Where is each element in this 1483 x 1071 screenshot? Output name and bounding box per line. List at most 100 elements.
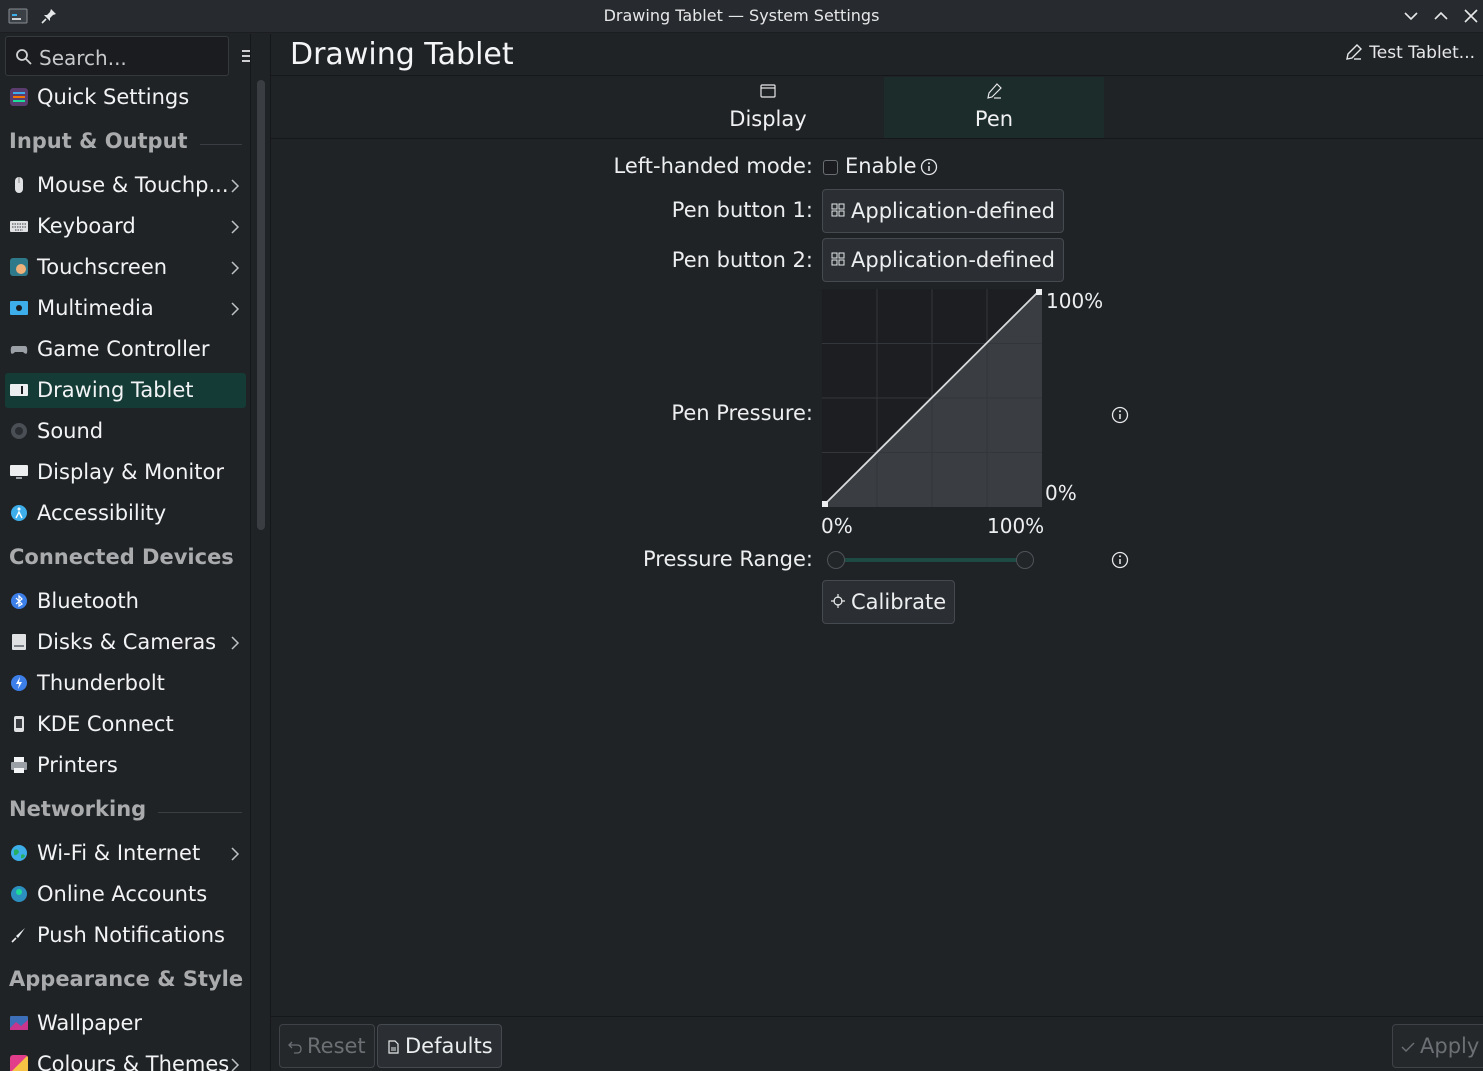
display-tab-icon <box>760 84 776 98</box>
sidebar-item-wallpaper[interactable]: Wallpaper <box>5 1006 246 1041</box>
sidebar-item-drawing-tablet[interactable]: Drawing Tablet <box>5 373 246 408</box>
chevron-right-icon <box>231 220 240 234</box>
minimize-button[interactable] <box>1401 6 1421 26</box>
test-tablet-button[interactable]: Test Tablet... <box>1345 43 1475 69</box>
calibrate-button[interactable]: Calibrate <box>822 580 956 624</box>
test-tablet-label: Test Tablet... <box>1369 43 1475 63</box>
curve-x-min-label: 0% <box>821 514 853 538</box>
sidebar-item-touchscreen[interactable]: Touchscreen <box>5 250 246 285</box>
enable-label[interactable]: Enable <box>845 154 917 178</box>
disk-icon <box>12 634 26 650</box>
sidebar-item-label: Wallpaper <box>37 1011 143 1035</box>
sidebar-item-display-monitor[interactable]: Display & Monitor <box>5 455 246 490</box>
pressure-range-max-handle[interactable] <box>1016 551 1034 569</box>
section-title: Appearance & Style <box>9 967 250 991</box>
pen-tab-icon <box>987 83 1002 99</box>
sidebar-item-multimedia[interactable]: Multimedia <box>5 291 246 326</box>
sidebar-item-label: Touchscreen <box>37 255 168 279</box>
tablet-icon <box>10 384 28 396</box>
monitor-icon <box>10 465 28 479</box>
section-appearance-style: Appearance & Style <box>9 967 250 997</box>
sidebar-item-quick-settings[interactable]: Quick Settings <box>5 80 246 115</box>
pressure-range-track[interactable] <box>835 558 1025 562</box>
chevron-right-icon <box>231 302 240 316</box>
maximize-button[interactable] <box>1431 6 1451 26</box>
pressure-curve-editor[interactable] <box>822 289 1042 507</box>
left-handed-label: Left-handed mode: <box>613 154 813 178</box>
section-title: Networking <box>9 797 159 821</box>
sidebar-item-sound[interactable]: Sound <box>5 414 246 449</box>
speaker-icon <box>11 423 27 439</box>
globe-icon <box>11 845 27 861</box>
curve-y-max-label: 100% <box>1046 289 1104 313</box>
document-icon <box>388 1040 399 1054</box>
mouse-icon <box>15 177 23 193</box>
tab-label: Display <box>729 107 807 131</box>
sidebar-item-bluetooth[interactable]: Bluetooth <box>5 584 246 619</box>
tab-pen[interactable]: Pen <box>884 77 1104 138</box>
themes-icon <box>10 1055 28 1071</box>
thunderbolt-icon <box>11 675 27 691</box>
apply-button[interactable]: Apply <box>1392 1024 1483 1068</box>
chevron-right-icon <box>231 179 240 193</box>
section-input-output: Input & Output <box>9 129 244 159</box>
sidebar-item-label: Keyboard <box>37 214 136 238</box>
sidebar-scrollbar[interactable] <box>257 80 265 530</box>
pen-button-2-value: Application-defined <box>851 248 1055 272</box>
defaults-button[interactable]: Defaults <box>377 1024 502 1068</box>
tab-bar: Display Pen <box>271 77 1483 139</box>
sidebar-item-game-controller[interactable]: Game Controller <box>5 332 246 367</box>
section-networking: Networking <box>9 797 244 827</box>
keyboard-icon <box>10 221 28 232</box>
crosshair-icon <box>831 594 845 608</box>
curve-x-max-label: 100% <box>987 514 1045 538</box>
sidebar-item-online-accounts[interactable]: Online Accounts <box>5 877 246 912</box>
sidebar-item-label: Mouse & Touchp... <box>37 173 229 197</box>
section-title: Input & Output <box>9 129 200 153</box>
close-button[interactable] <box>1461 6 1481 26</box>
sidebar-item-label: Online Accounts <box>37 882 208 906</box>
pen-edit-icon <box>1346 44 1363 60</box>
sidebar-item-label: Push Notifications <box>37 923 225 947</box>
phone-icon <box>14 716 24 732</box>
pen-button-1-selector[interactable]: Application-defined <box>822 189 1064 233</box>
wallpaper-icon <box>10 1016 28 1030</box>
sidebar-item-printers[interactable]: Printers <box>5 748 246 783</box>
pen-button-1-value: Application-defined <box>851 199 1055 223</box>
info-icon[interactable] <box>1111 406 1129 424</box>
printer-icon <box>11 757 27 773</box>
info-icon[interactable] <box>920 158 938 176</box>
curve-end-handle[interactable] <box>1036 289 1042 295</box>
page-header: Drawing Tablet Test Tablet... <box>271 34 1483 76</box>
sidebar-item-kde-connect[interactable]: KDE Connect <box>5 707 246 742</box>
sidebar-item-thunderbolt[interactable]: Thunderbolt <box>5 666 246 701</box>
sidebar-item-label: Quick Settings <box>37 85 190 109</box>
hamburger-menu-icon[interactable] <box>240 48 251 64</box>
search-input[interactable]: Search... <box>5 36 229 76</box>
sidebar-item-keyboard[interactable]: Keyboard <box>5 209 246 244</box>
tab-display[interactable]: Display <box>658 77 878 138</box>
chevron-right-icon <box>231 1058 240 1071</box>
info-icon[interactable] <box>1111 551 1129 569</box>
pen-button-2-selector[interactable]: Application-defined <box>822 238 1064 282</box>
reset-button[interactable]: Reset <box>279 1024 375 1068</box>
curve-y-min-label: 0% <box>1045 481 1077 505</box>
pressure-range-min-handle[interactable] <box>827 551 845 569</box>
defaults-label: Defaults <box>405 1034 493 1058</box>
sidebar-item-disks-cameras[interactable]: Disks & Cameras <box>5 625 246 660</box>
left-handed-checkbox[interactable] <box>823 160 838 175</box>
sidebar-item-accessibility[interactable]: Accessibility <box>5 496 246 531</box>
sidebar-item-push-notifications[interactable]: Push Notifications <box>5 918 246 953</box>
accounts-icon <box>11 886 27 902</box>
bluetooth-icon <box>11 593 27 609</box>
sidebar-item-wifi-internet[interactable]: Wi-Fi & Internet <box>5 836 246 871</box>
sidebar-item-label: Accessibility <box>37 501 167 525</box>
sidebar-item-label: Drawing Tablet <box>37 378 194 402</box>
grid-icon <box>831 203 845 217</box>
chevron-right-icon <box>231 847 240 861</box>
sidebar-item-label: Colours & Themes <box>37 1052 230 1071</box>
curve-start-handle[interactable] <box>822 501 828 507</box>
sidebar-item-label: Disks & Cameras <box>37 630 217 654</box>
sidebar-item-colours-themes[interactable]: Colours & Themes <box>5 1047 246 1071</box>
sidebar-item-mouse-touchpad[interactable]: Mouse & Touchp... <box>5 168 246 203</box>
